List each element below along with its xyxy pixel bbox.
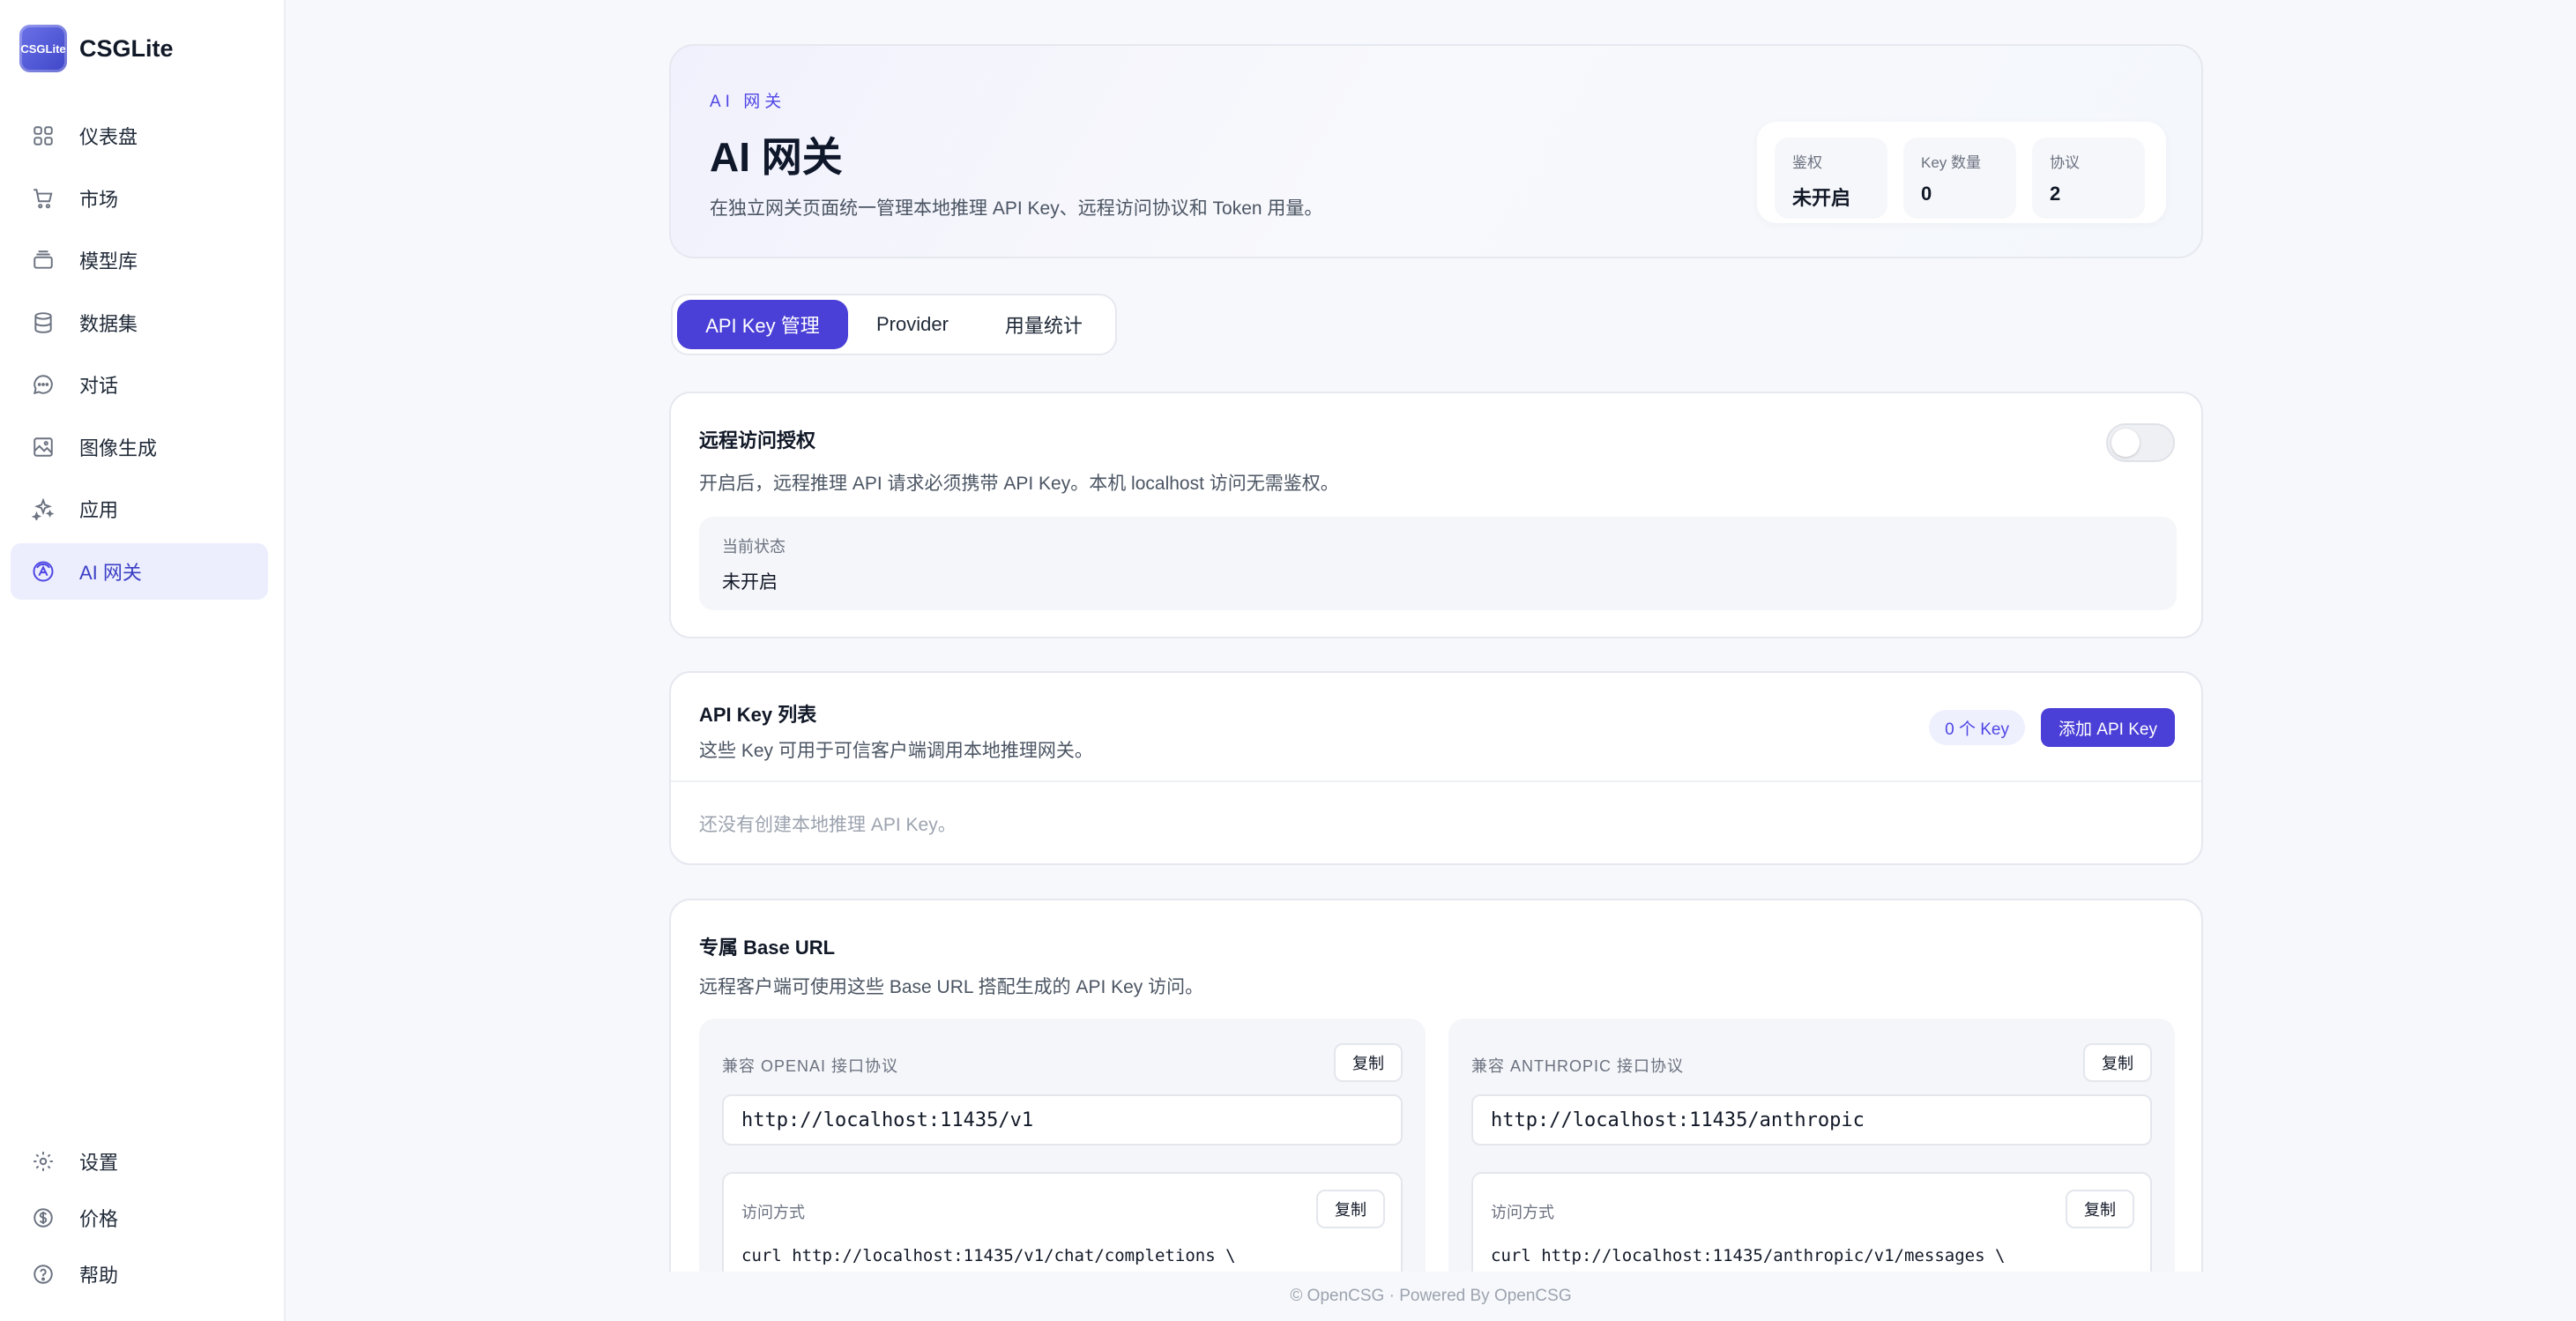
- stat-protocols: 协议 2: [2032, 138, 2145, 219]
- api-key-list-title: API Key 列表: [699, 704, 817, 726]
- sidebar-item-label: 帮助: [79, 1265, 119, 1287]
- stat-value: 2: [2050, 183, 2061, 205]
- main-content: AI 网关 AI 网关 在独立网关页面统一管理本地推理 API Key、远程访问…: [286, 0, 2576, 1321]
- anthropic-protocol-panel: 兼容 ANTHROPIC 接口协议 复制 http://localhost:11…: [1448, 1019, 2175, 1321]
- stat-label: 协议: [2050, 154, 2080, 171]
- sidebar-item-label: 图像生成: [79, 437, 158, 459]
- base-url-card: 专属 Base URL 远程客户端可使用这些 Base URL 搭配生成的 AP…: [669, 899, 2203, 1321]
- database-icon: [30, 310, 56, 336]
- copy-access-button[interactable]: 复制: [2066, 1190, 2134, 1228]
- sidebar-bottom-nav: 设置 价格 帮助: [11, 1136, 268, 1305]
- gear-icon: [30, 1148, 56, 1175]
- tab-api-key-management[interactable]: API Key 管理: [677, 300, 848, 349]
- sidebar-item-label: 模型库: [79, 250, 138, 272]
- gateway-icon: [30, 558, 56, 585]
- base-url-description: 远程客户端可使用这些 Base URL 搭配生成的 API Key 访问。: [699, 977, 1204, 997]
- layers-icon: [30, 247, 56, 273]
- copy-url-button[interactable]: 复制: [1334, 1043, 1403, 1082]
- sidebar-item-label: 设置: [79, 1152, 119, 1174]
- stat-auth: 鉴权 未开启: [1775, 138, 1887, 219]
- help-icon: [30, 1261, 56, 1287]
- remote-auth-toggle[interactable]: [2106, 423, 2175, 462]
- copy-url-button[interactable]: 复制: [2083, 1043, 2152, 1082]
- add-api-key-button[interactable]: 添加 API Key: [2041, 708, 2175, 747]
- sidebar-item-dashboard[interactable]: 仪表盘: [11, 108, 268, 164]
- brand-name: CSGLite: [79, 34, 174, 62]
- sidebar-item-pricing[interactable]: 价格: [11, 1192, 268, 1243]
- sidebar-item-help[interactable]: 帮助: [11, 1249, 268, 1300]
- access-code[interactable]: curl http://localhost:11435/v1/chat/comp…: [741, 1246, 1236, 1265]
- tab-usage-stats[interactable]: 用量统计: [977, 300, 1111, 349]
- base-url-field[interactable]: http://localhost:11435/v1: [722, 1094, 1403, 1146]
- base-url-title: 专属 Base URL: [699, 937, 836, 959]
- sidebar-item-image-gen[interactable]: 图像生成: [11, 419, 268, 475]
- access-code[interactable]: curl http://localhost:11435/anthropic/v1…: [1491, 1246, 2005, 1265]
- access-label: 访问方式: [741, 1204, 805, 1221]
- sidebar: CSGLite CSGLite 仪表盘 市场 模型库 数据集 对话 图像生成 应…: [0, 0, 286, 1321]
- api-key-list-description: 这些 Key 可用于可信客户端调用本地推理网关。: [699, 741, 1093, 761]
- stat-label: 鉴权: [1792, 154, 1822, 171]
- remote-auth-card: 远程访问授权 开启后，远程推理 API 请求必须携带 API Key。本机 lo…: [669, 392, 2203, 638]
- tab-provider[interactable]: Provider: [848, 300, 977, 349]
- stat-value: 0: [1921, 183, 1932, 205]
- toggle-knob: [2111, 429, 2140, 457]
- footer: © OpenCSG · Powered By OpenCSG: [286, 1272, 2576, 1321]
- state-value: 未开启: [722, 572, 778, 593]
- tab-bar: API Key 管理 Provider 用量统计: [671, 294, 1117, 355]
- protocol-label: 兼容 ANTHROPIC 接口协议: [1471, 1057, 1685, 1075]
- image-icon: [30, 434, 56, 460]
- remote-auth-description: 开启后，远程推理 API 请求必须携带 API Key。本机 localhost…: [699, 474, 1339, 494]
- sidebar-item-label: AI 网关: [79, 561, 142, 584]
- hero-kicker: AI 网关: [710, 93, 786, 111]
- empty-state-text: 还没有创建本地推理 API Key。: [699, 815, 957, 835]
- chat-icon: [30, 371, 56, 398]
- base-url-field[interactable]: http://localhost:11435/anthropic: [1471, 1094, 2152, 1146]
- sidebar-item-market[interactable]: 市场: [11, 170, 268, 227]
- openai-protocol-panel: 兼容 OPENAI 接口协议 复制 http://localhost:11435…: [699, 1019, 1426, 1321]
- hero-panel: AI 网关 AI 网关 在独立网关页面统一管理本地推理 API Key、远程访问…: [669, 44, 2203, 258]
- key-count-badge: 0 个 Key: [1929, 710, 2025, 745]
- stats-group: 鉴权 未开启 Key 数量 0 协议 2: [1757, 122, 2166, 223]
- sidebar-item-chat[interactable]: 对话: [11, 356, 268, 413]
- protocol-label: 兼容 OPENAI 接口协议: [722, 1057, 899, 1075]
- dollar-icon: [30, 1205, 56, 1231]
- access-label: 访问方式: [1491, 1204, 1554, 1221]
- cart-icon: [30, 185, 56, 212]
- stat-value: 未开启: [1792, 187, 1851, 209]
- sidebar-item-label: 对话: [79, 375, 119, 397]
- footer-text: © OpenCSG · Powered By OpenCSG: [1290, 1287, 1572, 1305]
- stat-key-count: Key 数量 0: [1903, 138, 2016, 219]
- sidebar-item-label: 数据集: [79, 312, 138, 335]
- page-description: 在独立网关页面统一管理本地推理 API Key、远程访问协议和 Token 用量…: [710, 198, 1323, 219]
- page-title: AI 网关: [710, 134, 843, 180]
- copy-access-button[interactable]: 复制: [1316, 1190, 1385, 1228]
- sidebar-nav: 仪表盘 市场 模型库 数据集 对话 图像生成 应用 AI 网关: [11, 108, 268, 605]
- sidebar-item-label: 市场: [79, 188, 119, 211]
- sidebar-item-apps[interactable]: 应用: [11, 481, 268, 537]
- state-label: 当前状态: [722, 538, 785, 556]
- dashboard-icon: [30, 123, 56, 149]
- remote-auth-title: 远程访问授权: [699, 429, 816, 452]
- sidebar-item-label: 仪表盘: [79, 126, 138, 148]
- brand[interactable]: CSGLite CSGLite: [19, 25, 174, 72]
- sidebar-item-label: 应用: [79, 499, 119, 521]
- sparkle-icon: [30, 496, 56, 522]
- sidebar-item-ai-gateway[interactable]: AI 网关: [11, 542, 268, 600]
- sidebar-item-datasets[interactable]: 数据集: [11, 295, 268, 351]
- sidebar-item-settings[interactable]: 设置: [11, 1136, 268, 1187]
- brand-logo: CSGLite: [19, 25, 67, 72]
- stat-label: Key 数量: [1921, 154, 1982, 171]
- divider: [671, 780, 2201, 782]
- current-state-box: 当前状态 未开启: [699, 517, 2177, 610]
- api-key-list-card: API Key 列表 这些 Key 可用于可信客户端调用本地推理网关。 0 个 …: [669, 671, 2203, 865]
- sidebar-item-models[interactable]: 模型库: [11, 232, 268, 288]
- sidebar-item-label: 价格: [79, 1208, 119, 1230]
